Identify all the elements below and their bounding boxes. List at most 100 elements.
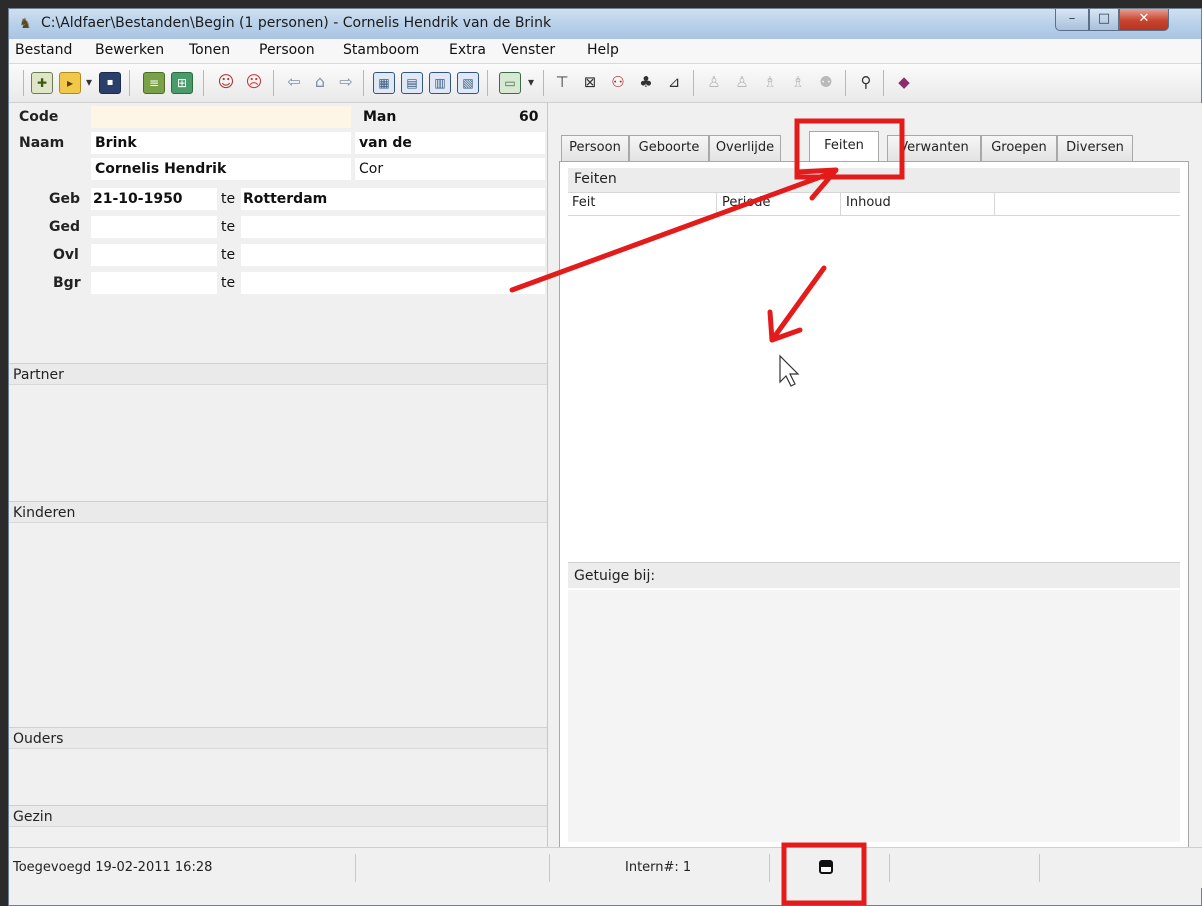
- toolbar-separator: [203, 70, 204, 96]
- menu-bestand[interactable]: Bestand: [15, 42, 72, 58]
- column-divider: [840, 193, 841, 215]
- record-icon[interactable]: [819, 860, 833, 874]
- table-view-icon[interactable]: ▦: [373, 72, 395, 94]
- birth-place-value: Rotterdam: [243, 191, 328, 207]
- person-tree-icon[interactable]: ⚇: [607, 72, 629, 94]
- baptism-place-field[interactable]: [241, 216, 545, 238]
- add-person-alt-icon: ♙: [735, 73, 749, 91]
- add-children-icon: ♗: [791, 73, 805, 91]
- toolbar-separator: [487, 70, 488, 96]
- column-inhoud[interactable]: Inhoud: [846, 195, 891, 210]
- tab-overlijden[interactable]: Overlijde: [709, 135, 781, 161]
- menu-bewerken[interactable]: Bewerken: [95, 42, 164, 58]
- help-book-icon[interactable]: ◆: [893, 72, 915, 94]
- feiten-grid-body[interactable]: [568, 216, 1180, 560]
- menu-extra[interactable]: Extra: [449, 42, 486, 58]
- person-delete-icon[interactable]: ☹: [243, 72, 265, 94]
- column-divider: [994, 193, 995, 215]
- tab-persoon[interactable]: Persoon: [561, 135, 629, 161]
- tab-geboorte[interactable]: Geboorte: [629, 135, 709, 161]
- status-bar: Toegevoegd 19-02-2011 16:28 Intern#: 1: [9, 847, 1202, 888]
- save-icon[interactable]: ▪: [99, 72, 121, 94]
- maximize-button[interactable]: □: [1089, 9, 1119, 31]
- menu-bar: Bestand Bewerken Tonen Persoon Stamboom …: [9, 39, 1201, 64]
- dropdown-arrow-icon[interactable]: ▾: [525, 72, 537, 94]
- window-icon[interactable]: ▭: [499, 72, 521, 94]
- ged-te-label: te: [221, 219, 236, 235]
- bgr-te-label: te: [221, 275, 236, 291]
- app-icon: ♞: [19, 16, 32, 32]
- nickname-field[interactable]: [355, 158, 545, 180]
- menu-stamboom[interactable]: Stamboom: [343, 42, 419, 58]
- window-title: C:\Aldfaer\Bestanden\Begin (1 personen) …: [41, 15, 552, 31]
- toolbar-separator: [845, 70, 846, 96]
- ouders-section-title: Ouders: [9, 727, 547, 749]
- death-place-field[interactable]: [241, 244, 545, 266]
- person-number: 60: [519, 109, 539, 125]
- toolbar-separator: [23, 70, 24, 96]
- menu-tonen[interactable]: Tonen: [189, 42, 230, 58]
- forward-arrow-icon[interactable]: ⇨: [335, 72, 357, 94]
- toolbar: ✚ ▸ ▾ ▪ ≡ ⊞ ☺ ☹ ⇦ ⌂ ⇨ ▦ ▤ ▥ ▧ ▭ ▾ ⊤ ⊠ ⚇ …: [9, 64, 1201, 103]
- code-field[interactable]: [91, 106, 351, 128]
- getuige-title: Getuige bij:: [568, 562, 1180, 588]
- added-status: Toegevoegd 19-02-2011 16:28: [13, 860, 213, 875]
- card-view-icon[interactable]: ▤: [401, 72, 423, 94]
- status-divider: [889, 854, 890, 882]
- death-date-field[interactable]: [91, 244, 217, 266]
- menu-help[interactable]: Help: [587, 42, 619, 58]
- tab-groepen[interactable]: Groepen: [981, 135, 1057, 161]
- naam-label: Naam: [19, 135, 65, 151]
- birth-date-value: 21-10-1950: [93, 191, 183, 207]
- tree-edit-icon[interactable]: ⊿: [663, 72, 685, 94]
- toolbar-separator: [543, 70, 544, 96]
- burial-place-field[interactable]: [241, 272, 545, 294]
- tab-feiten[interactable]: Feiten: [809, 131, 879, 161]
- person-panel: Code Man 60 Naam Brink van de Cornelis H…: [9, 103, 548, 847]
- minimize-button[interactable]: –: [1055, 9, 1089, 31]
- search-icon[interactable]: ⚲: [855, 72, 877, 94]
- column-divider: [716, 193, 717, 215]
- descendants-icon[interactable]: ♣: [635, 72, 657, 94]
- column-feit[interactable]: Feit: [572, 195, 595, 210]
- column-periode[interactable]: Periode: [722, 195, 771, 210]
- nickname-value: Cor: [359, 161, 384, 177]
- gender-value[interactable]: Man: [363, 109, 396, 125]
- open-folder-icon[interactable]: ▸: [59, 72, 81, 94]
- toolbar-separator: [363, 70, 364, 96]
- menu-venster[interactable]: Venster: [502, 42, 555, 58]
- status-divider: [1039, 854, 1040, 882]
- surname-value: Brink: [95, 135, 137, 151]
- pedigree-edit-icon[interactable]: ⊠: [579, 72, 601, 94]
- home-icon[interactable]: ⌂: [309, 72, 331, 94]
- person-face-icon[interactable]: ☺: [215, 72, 237, 94]
- status-divider: [355, 854, 356, 882]
- burial-date-field[interactable]: [91, 272, 217, 294]
- prefix-value: van de: [359, 135, 412, 151]
- import-icon[interactable]: ≡: [143, 72, 165, 94]
- list-view-icon[interactable]: ▥: [429, 72, 451, 94]
- pedigree-icon[interactable]: ⊤: [551, 72, 573, 94]
- geb-te-label: te: [221, 191, 236, 207]
- new-file-icon[interactable]: ✚: [31, 72, 53, 94]
- add-person-icon: ♙: [707, 73, 721, 91]
- tab-verwanten[interactable]: Verwanten: [887, 135, 981, 161]
- baptism-date-field[interactable]: [91, 216, 217, 238]
- feiten-title: Feiten: [568, 168, 1180, 192]
- back-arrow-icon[interactable]: ⇦: [283, 72, 305, 94]
- feiten-grid-header: Feit Periode Inhoud: [568, 192, 1180, 216]
- toolbar-separator: [693, 70, 694, 96]
- status-divider: [769, 854, 770, 882]
- export-icon[interactable]: ⊞: [171, 72, 193, 94]
- tab-diversen[interactable]: Diversen: [1057, 135, 1133, 161]
- detail-panel: Persoon Geboorte Overlijde Feiten Verwan…: [549, 103, 1202, 851]
- menu-persoon[interactable]: Persoon: [259, 42, 315, 58]
- report-view-icon[interactable]: ▧: [457, 72, 479, 94]
- firstnames-value: Cornelis Hendrik: [95, 161, 227, 177]
- toolbar-separator: [883, 70, 884, 96]
- dropdown-arrow-icon[interactable]: ▾: [83, 72, 95, 94]
- close-button[interactable]: ✕: [1119, 9, 1169, 31]
- getuige-list[interactable]: [568, 590, 1180, 842]
- ged-label: Ged: [49, 219, 81, 235]
- title-bar: ♞ C:\Aldfaer\Bestanden\Begin (1 personen…: [9, 9, 1201, 40]
